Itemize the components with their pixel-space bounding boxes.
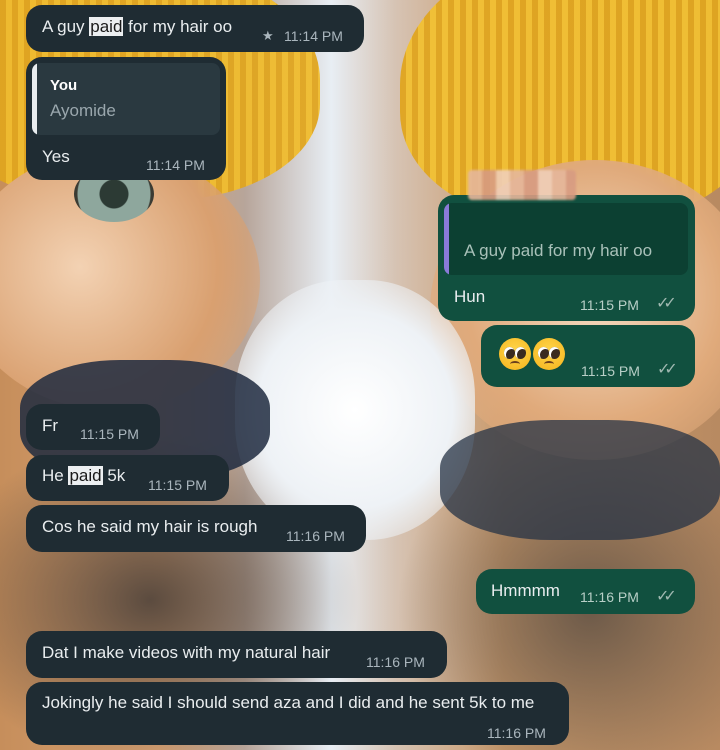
message-text: A guy paid for my hair oo	[42, 17, 233, 36]
message-text: Dat I make videos with my natural hair	[42, 643, 331, 662]
message-bubble-incoming[interactable]: Cos he said my hair is rough 11:16 PM	[26, 505, 366, 552]
message-bubble-incoming[interactable]: Fr 11:15 PM	[26, 404, 160, 450]
message-bubble-outgoing[interactable]: A guy paid for my hair oo Hun 11:15 PM ✓…	[438, 195, 695, 321]
search-highlight: paid	[89, 17, 124, 36]
quote-bar	[32, 63, 37, 135]
redacted-name	[468, 170, 576, 200]
quoted-message[interactable]: A guy paid for my hair oo	[444, 203, 688, 275]
message-bubble-outgoing[interactable]: 11:15 PM ✓✓	[481, 325, 695, 387]
pleading-face-emoji	[499, 338, 531, 370]
message-bubble-incoming[interactable]: Jokingly he said I should send aza and I…	[26, 682, 569, 745]
message-time: 11:16 PM	[580, 589, 639, 605]
message-time: 11:14 PM	[146, 157, 205, 173]
message-bubble-incoming[interactable]: Dat I make videos with my natural hair 1…	[26, 631, 447, 678]
message-bubble-incoming[interactable]: He paid 5k 11:15 PM	[26, 455, 229, 501]
quote-bar	[444, 203, 449, 275]
double-check-icon: ✓✓	[656, 295, 677, 312]
quoted-text: Ayomide	[50, 101, 116, 120]
star-icon: ★	[262, 28, 274, 43]
quoted-message[interactable]: You Ayomide	[32, 63, 220, 135]
pleading-face-emoji	[533, 338, 565, 370]
quoted-text: A guy paid for my hair oo	[464, 241, 653, 260]
message-text: Yes	[42, 147, 70, 166]
message-time: 11:15 PM	[581, 363, 640, 379]
quoted-sender: You	[50, 77, 78, 94]
message-time: 11:15 PM	[148, 477, 207, 493]
message-text: Hmmmm	[491, 581, 560, 600]
message-time: 11:16 PM	[487, 725, 546, 741]
message-text: He paid 5k	[42, 466, 126, 485]
message-text: Hun	[454, 287, 486, 306]
message-text: Jokingly he said I should send aza and I…	[42, 693, 535, 712]
message-bubble-incoming[interactable]: A guy paid for my hair oo ★ 11:14 PM	[26, 5, 364, 52]
message-time: 11:15 PM	[580, 297, 639, 313]
message-time: 11:15 PM	[80, 426, 139, 442]
message-bubble-incoming[interactable]: You Ayomide Yes 11:14 PM	[26, 57, 226, 180]
search-highlight: paid	[68, 466, 103, 485]
message-text: Fr	[42, 416, 59, 435]
message-time: 11:16 PM	[366, 654, 425, 670]
wallpaper-scarf-right	[440, 420, 720, 540]
wallpaper-fluff	[235, 280, 475, 540]
message-text: Cos he said my hair is rough	[42, 517, 258, 536]
message-time: 11:14 PM	[284, 28, 343, 44]
message-bubble-outgoing[interactable]: Hmmmm 11:16 PM ✓✓	[476, 569, 695, 614]
double-check-icon: ✓✓	[657, 361, 678, 378]
message-time: 11:16 PM	[286, 528, 345, 544]
double-check-icon: ✓✓	[656, 588, 677, 605]
